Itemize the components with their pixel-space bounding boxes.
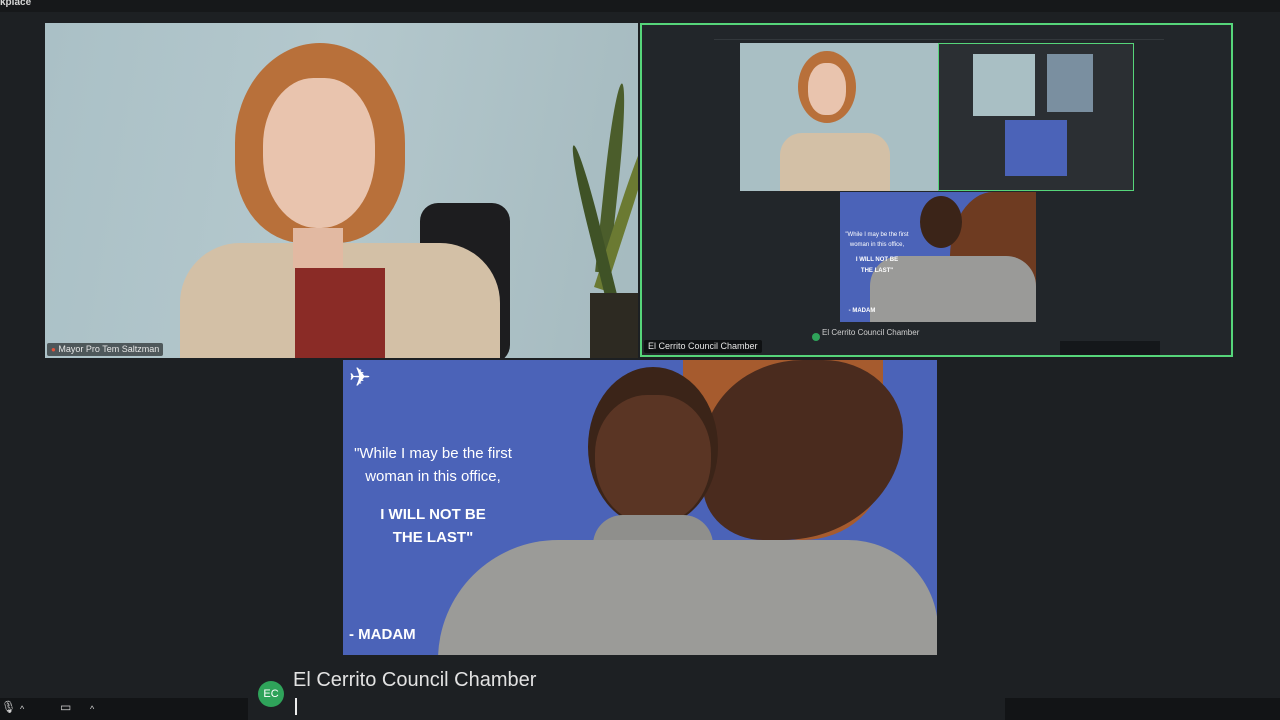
bottom-toolbar-right [1005,698,1280,720]
chevron-up-icon[interactable]: ^ [90,704,94,714]
video-tile-screen-share[interactable]: "While I may be the first woman in this … [640,23,1233,357]
hummingbird-logo: ✈ [349,362,371,392]
nested-participant-dot [812,333,820,341]
participant-avatar: EC [258,681,284,707]
quote-attribution: - MADAM [349,626,416,643]
mic-icon[interactable]: 🎙 [1,700,16,714]
participant-name-label: ● Mayor Pro Tem Saltzman [47,343,164,356]
nested-saltzman [740,43,938,191]
person-saltzman [175,38,505,358]
app-title: kplace [0,0,32,8]
nested-quote-line3: I WILL NOT BE [855,257,899,263]
text-cursor [295,698,297,715]
nested-toolbar-right [1060,341,1160,355]
participant-name: El Cerrito Council Chamber [293,669,537,691]
chevron-up-icon[interactable]: ^ [20,704,24,714]
mic-muted-icon: ● [51,345,56,354]
nested-window-header [714,25,1164,40]
plant [565,63,638,358]
video-tile-saltzman[interactable]: ● Mayor Pro Tem Saltzman [45,23,638,358]
nested-quote-line2: woman in this office, [849,242,905,248]
quote-line3: I WILL NOT BE [380,506,486,523]
nested-quote-tile: "While I may be the first woman in this … [840,192,1036,322]
bottom-toolbar-left [0,698,248,720]
quote-line4: THE LAST" [392,529,474,546]
nested-quote-line1: "While I may be the first [845,232,909,238]
quote-line1: "While I may be the first [354,445,512,462]
video-camera-icon[interactable]: ▭ [60,700,71,714]
top-bar: kplace [0,0,1280,12]
nested-attribution: - MADAM [848,308,876,314]
nested-quote-line4: THE LAST" [860,268,894,274]
quote-line2: woman in this office, [365,468,501,485]
nested-gallery [938,43,1134,191]
screen-share-label: El Cerrito Council Chamber [644,340,762,353]
nested-participant-label: El Cerrito Council Chamber [822,328,920,337]
video-tile-chamber[interactable]: ✈ "While I may be the first woman in thi… [343,360,937,655]
